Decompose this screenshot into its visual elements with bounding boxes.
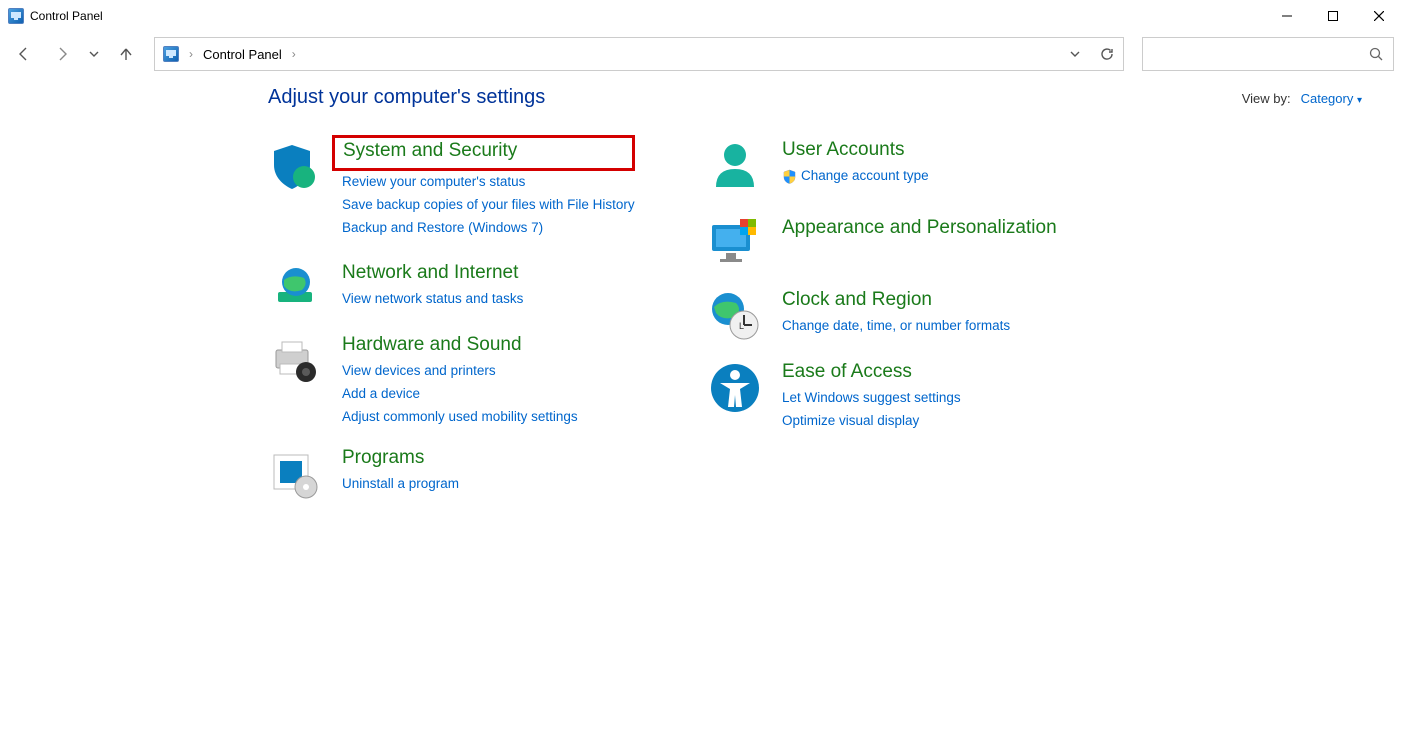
chevron-right-icon: › <box>189 47 193 61</box>
forward-button[interactable] <box>46 38 78 70</box>
control-panel-icon <box>163 46 179 62</box>
svg-text:L: L <box>739 321 744 331</box>
globe-icon <box>268 262 322 316</box>
title-bar: Control Panel <box>0 0 1402 32</box>
category-title[interactable]: Programs <box>342 447 424 469</box>
category-users: User Accounts Chang <box>708 139 1148 193</box>
back-button[interactable] <box>8 38 40 70</box>
accessibility-icon <box>708 361 762 415</box>
control-panel-icon <box>8 8 24 24</box>
nav-row: › Control Panel › <box>0 32 1402 76</box>
view-by-label: View by: <box>1242 91 1291 106</box>
view-by: View by: Category ▾ <box>1242 91 1362 106</box>
category-link[interactable]: Add a device <box>342 383 578 406</box>
close-button[interactable] <box>1356 0 1402 32</box>
category-appearance: Appearance and Personalization <box>708 217 1148 271</box>
category-link[interactable]: Change account type <box>801 165 929 188</box>
category-link[interactable]: Save backup copies of your files with Fi… <box>342 194 635 217</box>
category-link[interactable]: View devices and printers <box>342 360 578 383</box>
category-link[interactable]: Uninstall a program <box>342 473 459 496</box>
chevron-down-icon: ▾ <box>1357 95 1362 106</box>
category-title[interactable]: Appearance and Personalization <box>782 217 1057 239</box>
category-link[interactable]: View network status and tasks <box>342 288 523 311</box>
monitor-icon <box>708 217 762 271</box>
shield-icon <box>268 139 322 193</box>
category-link[interactable]: Let Windows suggest settings <box>782 387 961 410</box>
category-link[interactable]: Backup and Restore (Windows 7) <box>342 217 635 240</box>
window-title: Control Panel <box>30 9 103 23</box>
content: Adjust your computer's settings View by:… <box>0 86 1402 501</box>
uac-shield-icon <box>782 169 797 184</box>
refresh-button[interactable] <box>1099 46 1115 62</box>
category-link[interactable]: Change date, time, or number formats <box>782 315 1010 338</box>
category-hardware: Hardware and Sound View devices and prin… <box>268 334 708 429</box>
category-link[interactable]: Adjust commonly used mobility settings <box>342 406 578 429</box>
category-clock: L Clock and Region Change date, time, or… <box>708 289 1148 343</box>
clock-icon: L <box>708 289 762 343</box>
window-controls <box>1264 0 1402 32</box>
category-title[interactable]: System and Security <box>343 140 517 162</box>
category-network: Network and Internet View network status… <box>268 262 708 316</box>
search-box[interactable] <box>1142 37 1394 71</box>
history-dropdown[interactable] <box>84 38 104 70</box>
category-link[interactable]: Review your computer's status <box>342 171 635 194</box>
highlight-annotation: System and Security <box>332 135 635 171</box>
view-by-dropdown[interactable]: Category ▾ <box>1301 91 1362 106</box>
category-title[interactable]: User Accounts <box>782 139 905 161</box>
chevron-right-icon: › <box>292 47 296 61</box>
maximize-button[interactable] <box>1310 0 1356 32</box>
address-bar[interactable]: › Control Panel › <box>154 37 1124 71</box>
minimize-button[interactable] <box>1264 0 1310 32</box>
categories-grid: System and Security Review your computer… <box>268 139 1362 501</box>
user-icon <box>708 139 762 193</box>
programs-icon <box>268 447 322 501</box>
category-link[interactable]: Optimize visual display <box>782 410 961 433</box>
title-bar-left: Control Panel <box>8 8 103 24</box>
page-heading: Adjust your computer's settings <box>268 86 545 109</box>
printer-icon <box>268 334 322 388</box>
category-title[interactable]: Ease of Access <box>782 361 912 383</box>
category-title[interactable]: Clock and Region <box>782 289 932 311</box>
category-title[interactable]: Hardware and Sound <box>342 334 522 356</box>
category-ease: Ease of Access Let Windows suggest setti… <box>708 361 1148 433</box>
breadcrumb-root[interactable]: Control Panel <box>203 47 282 62</box>
search-icon <box>1369 47 1383 61</box>
up-button[interactable] <box>110 38 142 70</box>
category-programs: Programs Uninstall a program <box>268 447 708 501</box>
category-system-security: System and Security Review your computer… <box>268 139 708 240</box>
address-dropdown[interactable] <box>1069 48 1081 60</box>
category-title[interactable]: Network and Internet <box>342 262 518 284</box>
